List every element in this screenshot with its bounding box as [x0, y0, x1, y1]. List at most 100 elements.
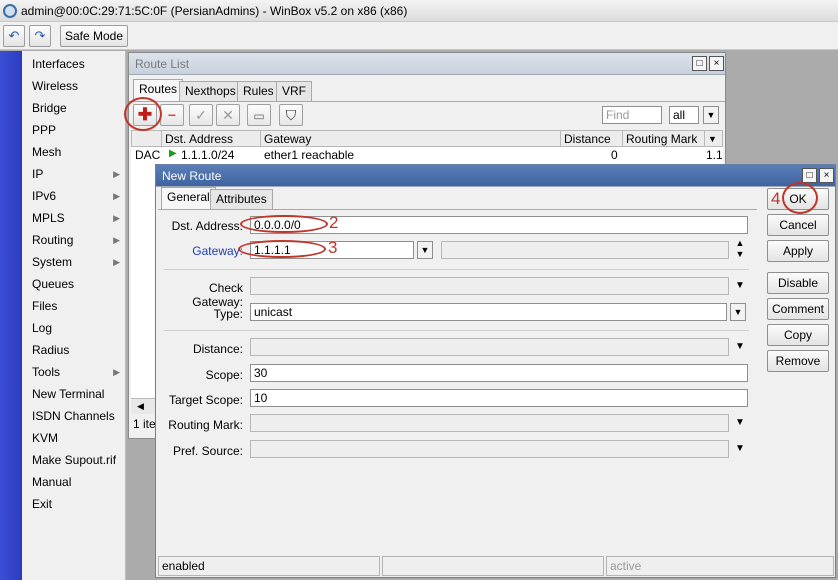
copy-route-button[interactable]: Copy [767, 324, 829, 346]
tab-vrf[interactable]: VRF [276, 81, 312, 101]
tab-general[interactable]: General [161, 187, 216, 209]
tab-rules[interactable]: Rules [237, 81, 280, 101]
remove-route-button[interactable]: − [160, 104, 184, 126]
check-gateway-select[interactable] [250, 277, 729, 295]
sidebar-item-interfaces[interactable]: Interfaces [22, 53, 126, 75]
sidebar-item-label: Bridge [32, 101, 67, 115]
disable-button[interactable]: ✕ [216, 104, 240, 126]
row-gateway: ether1 reachable [264, 148, 355, 162]
close-button[interactable]: × [709, 56, 724, 71]
filter-dropdown-button[interactable]: ▼ [703, 106, 719, 124]
scroll-left-icon[interactable]: ◀ [137, 401, 144, 412]
col-distance[interactable]: Distance [561, 131, 623, 147]
submenu-arrow-icon: ▶ [113, 235, 120, 245]
sidebar-item-label: ISDN Channels [32, 409, 115, 423]
comment-route-button[interactable]: Comment [767, 298, 829, 320]
sidebar-brand-strip [0, 51, 22, 580]
row-extra: 1.1 [706, 148, 723, 162]
type-dropdown-button[interactable]: ▼ [730, 303, 746, 321]
annotation-ring-ok [782, 182, 818, 214]
filter-select[interactable]: all [669, 106, 699, 124]
tab-attributes[interactable]: Attributes [210, 189, 273, 209]
sidebar-item-manual[interactable]: Manual [22, 471, 126, 493]
app-title: admin@00:0C:29:71:5C:0F (PersianAdmins) … [21, 4, 408, 18]
safe-mode-button[interactable]: Safe Mode [60, 25, 128, 47]
sidebar-item-kvm[interactable]: KVM [22, 427, 126, 449]
distance-dropdown-icon[interactable]: ▼ [732, 338, 748, 356]
sidebar-item-mesh[interactable]: Mesh [22, 141, 126, 163]
item-count: 1 ite [133, 417, 156, 431]
distance-input[interactable] [250, 338, 729, 356]
route-active-icon: ▶ [169, 148, 177, 159]
table-row[interactable]: DAC ▶ 1.1.1.0/24 ether1 reachable 0 1.1 [131, 147, 723, 163]
sidebar-item-radius[interactable]: Radius [22, 339, 126, 361]
redo-button[interactable]: ↷ [29, 25, 51, 47]
col-routing-mark[interactable]: Routing Mark [623, 131, 705, 147]
sidebar-item-label: MPLS [32, 211, 65, 225]
dialog-maximize-button[interactable]: □ [802, 168, 817, 183]
type-select[interactable]: unicast [250, 303, 727, 321]
dialog-close-button[interactable]: × [819, 168, 834, 183]
routing-mark-select[interactable] [250, 414, 729, 432]
sidebar-item-tools[interactable]: Tools ▶ [22, 361, 126, 383]
scope-label: Scope: [205, 368, 243, 382]
sidebar-item-system[interactable]: System ▶ [22, 251, 126, 273]
row-dst-address: 1.1.1.0/24 [181, 148, 235, 162]
submenu-arrow-icon: ▶ [113, 367, 120, 377]
col-flags[interactable] [132, 131, 162, 147]
target-scope-input[interactable]: 10 [250, 389, 748, 407]
undo-icon: ↶ [8, 28, 20, 43]
col-gateway[interactable]: Gateway [261, 131, 561, 147]
routing-mark-label: Routing Mark: [168, 418, 243, 432]
disable-route-button[interactable]: Disable [767, 272, 829, 294]
sidebar-item-ipv6[interactable]: IPv6 ▶ [22, 185, 126, 207]
comment-button[interactable]: ▭ [247, 104, 271, 126]
apply-button[interactable]: Apply [767, 240, 829, 262]
sidebar-item-wireless[interactable]: Wireless [22, 75, 126, 97]
sidebar-item-label: System [32, 255, 73, 269]
gateway-dropdown-button[interactable]: ▼ [417, 241, 433, 259]
column-chooser-icon[interactable]: ▼ [705, 131, 723, 147]
winbox-app-icon [3, 4, 17, 18]
sidebar-item-files[interactable]: Files [22, 295, 126, 317]
sidebar-item-label: IPv6 [32, 189, 57, 203]
sidebar-item-label: Make Supout.rif [32, 453, 117, 467]
sidebar-item-bridge[interactable]: Bridge [22, 97, 126, 119]
sidebar-item-label: Exit [32, 497, 53, 511]
gateway-add-remove-icon[interactable]: ▲ ▼ [732, 238, 748, 262]
route-table-header: Dst. Address Gateway Distance Routing Ma… [131, 130, 723, 147]
sidebar-item-mpls[interactable]: MPLS ▶ [22, 207, 126, 229]
scope-input[interactable]: 30 [250, 364, 748, 382]
remove-route-dialog-button[interactable]: Remove [767, 350, 829, 372]
sidebar-item-ip[interactable]: IP ▶ [22, 163, 126, 185]
route-list-titlebar: Route List □ × [129, 53, 725, 75]
status-middle [382, 556, 604, 576]
cancel-button[interactable]: Cancel [767, 214, 829, 236]
tab-nexthops[interactable]: Nexthops [179, 81, 242, 101]
pref-source-select[interactable] [250, 440, 729, 458]
status-active: active [606, 556, 834, 576]
pref-source-dropdown-icon[interactable]: ▼ [732, 440, 748, 458]
sidebar-item-new-terminal[interactable]: New Terminal [22, 383, 126, 405]
undo-button[interactable]: ↶ [3, 25, 25, 47]
sidebar-item-exit[interactable]: Exit [22, 493, 126, 515]
check-gateway-label: Check Gateway: [192, 281, 243, 309]
sidebar-item-routing[interactable]: Routing ▶ [22, 229, 126, 251]
routing-mark-dropdown-icon[interactable]: ▼ [732, 414, 748, 432]
annotation-number-3: 3 [328, 238, 338, 257]
find-input[interactable]: Find [602, 106, 662, 124]
sidebar-item-make-supout-rif[interactable]: Make Supout.rif [22, 449, 126, 471]
check-gateway-dropdown-icon[interactable]: ▼ [732, 277, 748, 295]
maximize-button[interactable]: □ [692, 56, 707, 71]
sidebar-item-ppp[interactable]: PPP [22, 119, 126, 141]
filter-button[interactable]: ⛉ [279, 104, 303, 126]
annotation-ring-dst [240, 215, 328, 233]
col-dst-address[interactable]: Dst. Address [162, 131, 261, 147]
annotation-number-4: 4 [771, 189, 781, 208]
sidebar-item-isdn-channels[interactable]: ISDN Channels [22, 405, 126, 427]
gateway-label: Gateway: [192, 244, 243, 258]
sidebar-item-queues[interactable]: Queues [22, 273, 126, 295]
sidebar-item-log[interactable]: Log [22, 317, 126, 339]
new-route-titlebar: New Route □ × [156, 165, 835, 187]
enable-button[interactable]: ✓ [189, 104, 213, 126]
